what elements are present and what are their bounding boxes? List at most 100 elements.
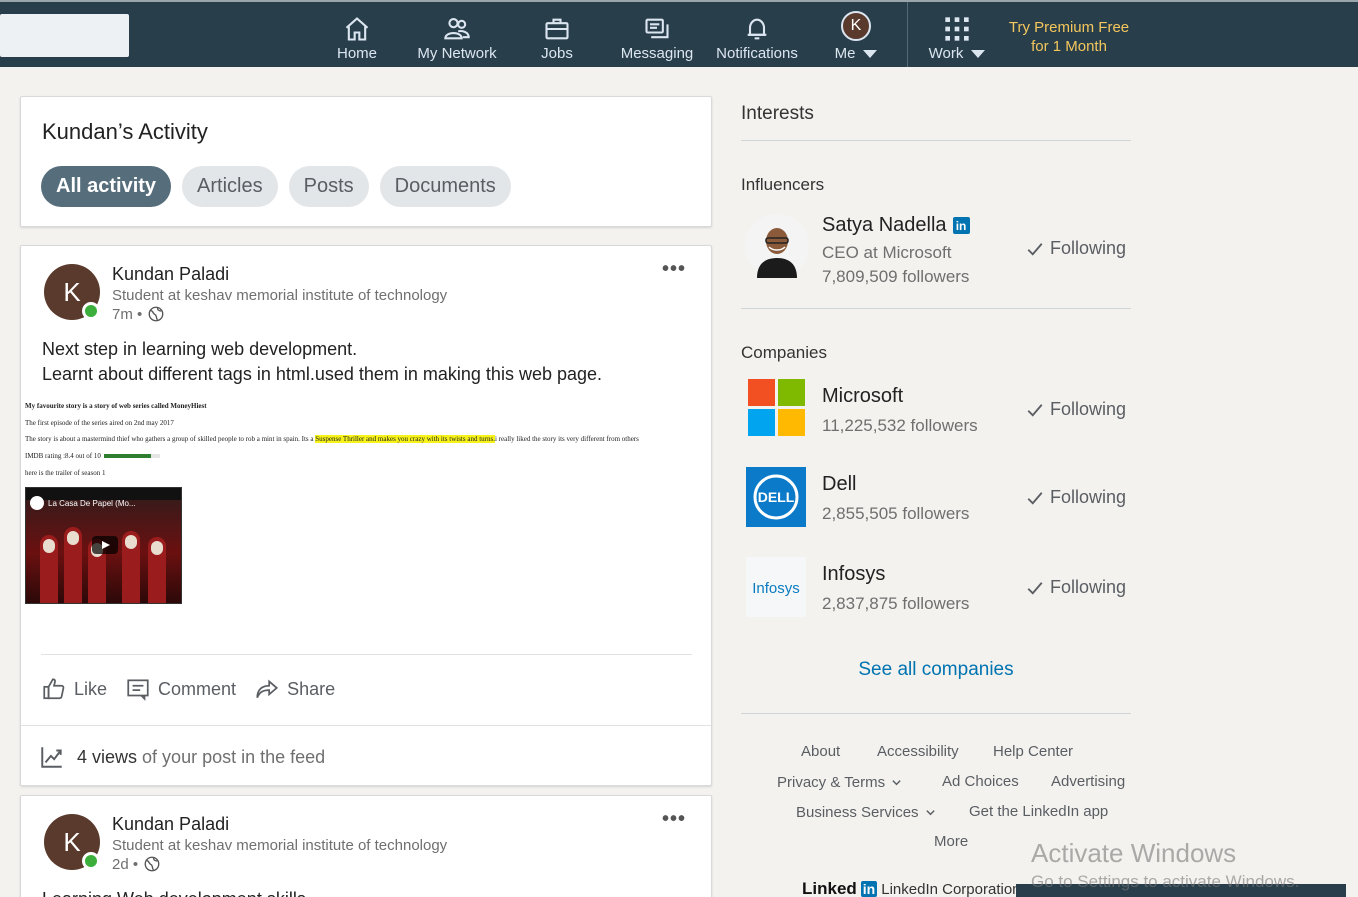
company-followers: 2,837,875 followers — [822, 594, 970, 613]
filter-documents[interactable]: Documents — [379, 166, 511, 207]
nav-me-label: Me — [834, 45, 856, 62]
me-avatar: K — [841, 11, 871, 41]
premium-link[interactable]: Try Premium Free for 1 Month — [1006, 18, 1132, 56]
footer-about[interactable]: About — [801, 743, 840, 760]
network-icon — [444, 18, 470, 40]
share-icon — [256, 679, 279, 699]
nav-home[interactable]: Home — [334, 2, 380, 67]
filter-all-activity[interactable]: All activity — [41, 166, 172, 207]
see-all-companies-link[interactable]: See all companies — [741, 659, 1131, 681]
video-mask — [125, 535, 137, 549]
author-name[interactable]: Kundan Paladi — [112, 264, 229, 285]
post-embedded-page[interactable]: My favourite story is a story of web ser… — [25, 398, 711, 618]
video-figure — [148, 537, 166, 603]
embed-line2-before: The story is about a mastermind thief wh… — [25, 435, 316, 443]
post-text-line1: Learning Web development skills — [42, 887, 306, 897]
channel-logo-icon — [30, 496, 44, 510]
footer-get-app[interactable]: Get the LinkedIn app — [969, 803, 1108, 820]
footer-corporation: LinkedIn Corporation — [881, 880, 1021, 897]
following-button[interactable]: Following — [1026, 399, 1126, 420]
footer-ad-choices[interactable]: Ad Choices — [942, 773, 1019, 790]
post-more-options-icon[interactable]: ••• — [662, 258, 686, 281]
video-thumbnail[interactable]: La Casa De Papel (Mo... — [25, 487, 182, 604]
following-button[interactable]: Following — [1026, 577, 1126, 598]
influencer-title: CEO at Microsoft — [822, 243, 952, 262]
post-time: 7m • — [112, 305, 143, 323]
nav-work[interactable]: Work — [922, 2, 992, 67]
footer-brand: Linked in LinkedIn Corporation — [802, 879, 1021, 897]
like-button[interactable]: Like — [41, 676, 107, 702]
nav-messaging[interactable]: Messaging — [619, 2, 695, 67]
nav-work-label-wrap: Work — [929, 45, 986, 62]
company-name: Microsoft — [822, 385, 904, 407]
footer-help-center[interactable]: Help Center — [993, 743, 1073, 760]
divider — [741, 713, 1131, 714]
footer-privacy-terms[interactable]: Privacy & Terms — [777, 774, 902, 791]
views-text: 4 views of your post in the feed — [77, 747, 325, 768]
following-button[interactable]: Following — [1026, 487, 1126, 508]
following-label: Following — [1049, 399, 1126, 419]
footer-business-services[interactable]: Business Services — [796, 804, 936, 821]
following-label: Following — [1049, 577, 1126, 597]
nav-me[interactable]: K Me — [828, 2, 884, 67]
nav-my-network-label: My Network — [417, 45, 497, 62]
rating-progress-bar — [103, 454, 160, 459]
footer-advertising[interactable]: Advertising — [1051, 773, 1125, 790]
share-button[interactable]: Share — [254, 676, 335, 702]
satya-nadella-avatar — [745, 214, 809, 278]
companies-title: Companies — [741, 343, 827, 362]
influencer-name-row: Satya Nadella in — [822, 214, 970, 237]
actions-divider — [41, 654, 692, 655]
embed-line2-after: i really liked the story its very differ… — [494, 435, 639, 443]
nav-notifications-label: Notifications — [716, 45, 798, 62]
company-item-microsoft[interactable]: Microsoft 11,225,532 followers Following — [745, 379, 1131, 449]
search-input[interactable] — [0, 14, 129, 57]
nav-work-label: Work — [928, 45, 964, 62]
activity-card: Kundan’s Activity All activity Articles … — [20, 96, 712, 227]
following-button[interactable]: Following — [1026, 238, 1126, 259]
dell-logo: DELL — [746, 467, 806, 527]
company-followers: 11,225,532 followers — [822, 416, 978, 435]
play-icon[interactable] — [92, 536, 118, 554]
nav-divider — [907, 2, 908, 67]
online-indicator — [82, 302, 100, 320]
company-item-infosys[interactable]: Infosys Infosys 2,837,875 followers Foll… — [745, 557, 1131, 627]
globe-icon — [148, 306, 164, 322]
work-caret-icon — [971, 50, 986, 59]
comment-button[interactable]: Comment — [125, 676, 236, 702]
following-label: Following — [1049, 238, 1126, 258]
post-time-row: 2d • — [112, 855, 161, 873]
footer-privacy-terms-label: Privacy & Terms — [777, 774, 886, 791]
post-card: K Kundan Paladi Student at keshav memori… — [20, 245, 712, 786]
video-title-row: La Casa De Papel (Mo... — [30, 496, 136, 510]
filter-posts[interactable]: Posts — [288, 166, 369, 207]
linkedin-logo-icon: in — [860, 881, 878, 897]
author-headline: Student at keshav memorial institute of … — [112, 837, 448, 854]
footer-more[interactable]: More — [934, 833, 968, 850]
company-item-dell[interactable]: DELL Dell 2,855,505 followers Following — [745, 467, 1131, 537]
nav-me-label-wrap: Me — [835, 45, 878, 62]
checkmark-icon — [1027, 242, 1043, 256]
microsoft-logo — [748, 379, 805, 436]
video-title: La Casa De Papel (Mo... — [48, 498, 136, 508]
filter-articles[interactable]: Articles — [182, 166, 278, 207]
nav-my-network[interactable]: My Network — [412, 2, 502, 67]
nav-notifications[interactable]: Notifications — [712, 2, 802, 67]
influencer-name: Satya Nadella — [822, 214, 947, 236]
dell-logo-text: DELL — [758, 489, 795, 505]
views-link[interactable]: 4 views of your post in the feed — [39, 744, 325, 770]
nav-messaging-label: Messaging — [620, 45, 694, 62]
video-mask — [67, 531, 79, 545]
influencer-item[interactable]: Satya Nadella in CEO at Microsoft 7,809,… — [745, 214, 1131, 294]
footer-business-services-label: Business Services — [796, 804, 919, 821]
author-name[interactable]: Kundan Paladi — [112, 814, 229, 835]
nav-jobs[interactable]: Jobs — [537, 2, 577, 67]
chevron-down-icon — [892, 780, 901, 786]
company-name: Infosys — [822, 563, 886, 585]
embed-trailer-label: here is the trailer of season 1 — [25, 469, 106, 477]
footer-accessibility[interactable]: Accessibility — [877, 743, 959, 760]
interests-title: Interests — [741, 103, 814, 124]
share-label: Share — [287, 678, 336, 699]
comment-label: Comment — [158, 678, 237, 699]
post-more-options-icon[interactable]: ••• — [662, 808, 686, 831]
